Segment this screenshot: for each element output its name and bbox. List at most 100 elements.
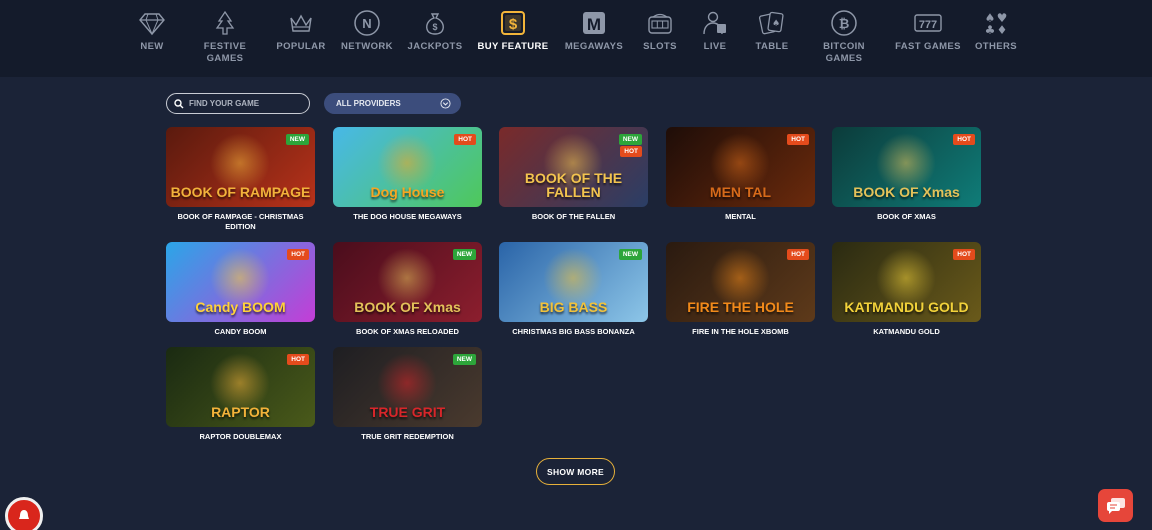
game-title[interactable]: BOOK OF THE FALLEN	[499, 212, 648, 222]
category-jackpots[interactable]: $ JACKPOTS	[390, 0, 480, 53]
svg-text:♦: ♦	[997, 23, 1008, 37]
game-card[interactable]: BOOK OF Xmas HOT BOOK OF XMAS	[832, 127, 981, 222]
category-label: BITCOIN GAMES	[823, 41, 865, 64]
game-thumbnail[interactable]: Candy BOOM HOT	[166, 242, 315, 322]
game-thumbnail[interactable]: TRUE GRIT NEW	[333, 347, 482, 427]
category-label: TABLE	[755, 41, 789, 52]
game-title[interactable]: THE DOG HOUSE MEGAWAYS	[333, 212, 482, 222]
hot-badge: HOT	[953, 134, 975, 145]
category-bitcoin-games[interactable]: ₿ BITCOIN GAMES	[799, 0, 889, 65]
category-label: NEW	[140, 41, 164, 52]
game-logo-text: BIG BASS	[539, 299, 608, 315]
game-title[interactable]: BOOK OF XMAS RELOADED	[333, 327, 482, 337]
game-card[interactable]: FIRE THE HOLE HOT FIRE IN THE HOLE XBOMB	[666, 242, 815, 337]
svg-text:N: N	[362, 16, 371, 31]
dealer-icon	[701, 9, 729, 37]
game-thumbnail[interactable]: Dog House HOT	[333, 127, 482, 207]
game-title[interactable]: MENTAL	[666, 212, 815, 222]
category-label: BUY FEATURE	[477, 41, 549, 52]
category-label: NETWORK	[341, 41, 393, 52]
category-label: POPULAR	[276, 41, 326, 52]
game-card[interactable]: Dog House HOT THE DOG HOUSE MEGAWAYS	[333, 127, 482, 222]
provider-dropdown[interactable]: ALL PROVIDERS	[324, 93, 461, 114]
game-logo-text: FIRE THE HOLE	[687, 299, 794, 315]
hot-badge: HOT	[287, 354, 309, 365]
bitcoin-icon: ₿	[830, 9, 858, 37]
dollar-square-icon: $	[499, 9, 527, 37]
game-card[interactable]: Candy BOOM HOT CANDY BOOM	[166, 242, 315, 337]
game-title[interactable]: RAPTOR DOUBLEMAX	[166, 432, 315, 442]
game-title[interactable]: BOOK OF RAMPAGE - CHRISTMAS EDITION	[166, 212, 315, 232]
game-title[interactable]: CHRISTMAS BIG BASS BONANZA	[499, 327, 648, 337]
game-card[interactable]: BIG BASS NEW CHRISTMAS BIG BASS BONANZA	[499, 242, 648, 337]
megaways-icon: M	[580, 9, 608, 37]
game-card[interactable]: BOOK OF Xmas NEW BOOK OF XMAS RELOADED	[333, 242, 482, 337]
game-logo-text: BOOK OF RAMPAGE	[170, 184, 311, 200]
game-thumbnail[interactable]: BOOK OF THE FALLEN NEW HOT	[499, 127, 648, 207]
search-input[interactable]	[189, 99, 299, 108]
game-thumbnail[interactable]: BOOK OF RAMPAGE NEW	[166, 127, 315, 207]
category-label: LIVE	[703, 41, 727, 52]
game-card[interactable]: KATMANDU GOLD HOT KATMANDU GOLD	[832, 242, 981, 337]
tree-icon	[211, 9, 239, 37]
game-title[interactable]: BOOK OF XMAS	[832, 212, 981, 222]
game-thumbnail[interactable]: BOOK OF Xmas NEW	[333, 242, 482, 322]
show-more-button[interactable]: SHOW MORE	[536, 458, 615, 485]
game-thumbnail[interactable]: BIG BASS NEW	[499, 242, 648, 322]
game-title[interactable]: KATMANDU GOLD	[832, 327, 981, 337]
svg-text:₿: ₿	[839, 17, 850, 32]
diamond-icon	[138, 9, 166, 37]
777-icon: 777	[914, 9, 942, 37]
new-badge: NEW	[618, 249, 642, 260]
game-logo-text: MEN TAL	[709, 184, 772, 200]
search-icon	[174, 98, 184, 108]
suits-icon: ♠ ♥ ♣ ♦	[982, 9, 1010, 37]
hot-badge: HOT	[787, 134, 809, 145]
notification-button[interactable]	[5, 497, 43, 530]
category-label: OTHERS	[975, 41, 1017, 52]
game-card[interactable]: MEN TAL HOT MENTAL	[666, 127, 815, 222]
chevron-down-icon	[440, 98, 451, 109]
game-thumbnail[interactable]: RAPTOR HOT	[166, 347, 315, 427]
search-box[interactable]	[166, 93, 310, 114]
new-badge: NEW	[618, 134, 642, 145]
provider-selected: ALL PROVIDERS	[336, 99, 401, 108]
game-title[interactable]: CANDY BOOM	[166, 327, 315, 337]
game-logo-text: TRUE GRIT	[369, 404, 446, 420]
svg-text:♣: ♣	[985, 23, 996, 37]
svg-text:$: $	[432, 22, 437, 32]
hot-badge: HOT	[454, 134, 476, 145]
bell-icon	[19, 510, 29, 519]
game-card[interactable]: BOOK OF THE FALLEN NEW HOT BOOK OF THE FALL…	[499, 127, 648, 222]
game-logo-text: Candy BOOM	[195, 299, 286, 315]
category-buy-feature[interactable]: $ BUY FEATURE	[468, 0, 558, 53]
game-logo-text: Dog House	[370, 184, 445, 200]
svg-text:♠: ♠	[772, 19, 780, 29]
game-thumbnail[interactable]: BOOK OF Xmas HOT	[832, 127, 981, 207]
chat-icon	[1106, 497, 1125, 514]
game-thumbnail[interactable]: FIRE THE HOLE HOT	[666, 242, 815, 322]
new-badge: NEW	[285, 134, 309, 145]
game-card[interactable]: TRUE GRIT NEW TRUE GRIT REDEMPTION	[333, 347, 482, 442]
category-label: JACKPOTS	[407, 41, 463, 52]
hot-badge: HOT	[953, 249, 975, 260]
cards-icon: ♠	[758, 9, 786, 37]
svg-text:777: 777	[919, 19, 937, 31]
game-thumbnail[interactable]: KATMANDU GOLD HOT	[832, 242, 981, 322]
hot-badge: HOT	[620, 146, 642, 157]
game-logo-text: RAPTOR	[211, 404, 270, 420]
game-thumbnail[interactable]: MEN TAL HOT	[666, 127, 815, 207]
chat-button[interactable]	[1098, 489, 1133, 522]
game-card[interactable]: BOOK OF RAMPAGE NEW BOOK OF RAMPAGE - CHRI…	[166, 127, 315, 232]
svg-text:$: $	[509, 16, 518, 33]
game-logo-text: KATMANDU GOLD	[844, 299, 969, 315]
category-bar: NEW FESTIVE GAMES POPULAR N NETWORK $ JACKPOTS…	[0, 0, 1152, 77]
game-logo-text: BOOK OF Xmas	[354, 299, 461, 315]
hot-badge: HOT	[787, 249, 809, 260]
game-title[interactable]: FIRE IN THE HOLE XBOMB	[666, 327, 815, 337]
game-title[interactable]: TRUE GRIT REDEMPTION	[333, 432, 482, 442]
hot-badge: HOT	[287, 249, 309, 260]
game-card[interactable]: RAPTOR HOT RAPTOR DOUBLEMAX	[166, 347, 315, 442]
category-others[interactable]: ♠ ♥ ♣ ♦ OTHERS	[951, 0, 1041, 53]
money-bag-icon: $	[421, 9, 449, 37]
